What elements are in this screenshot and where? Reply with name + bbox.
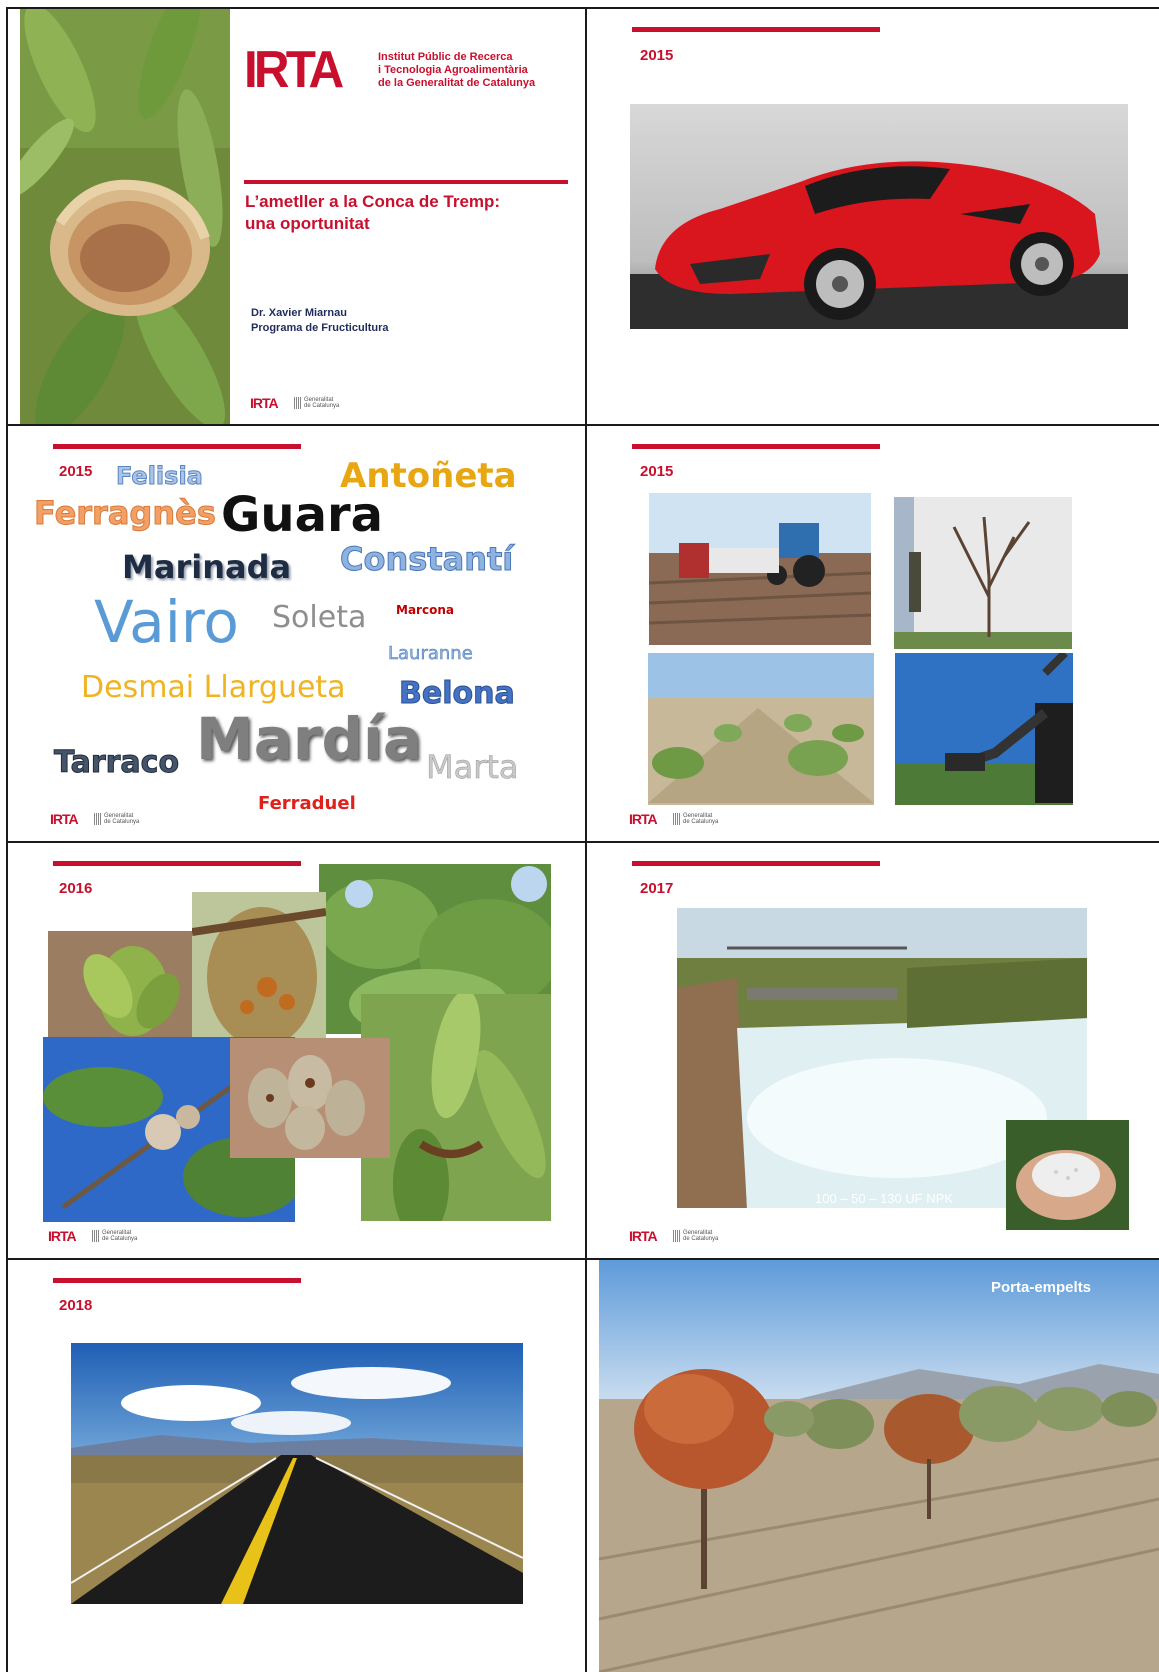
variety-soleta: Soleta	[272, 600, 367, 635]
tractor-planting-photo	[649, 493, 871, 645]
variety-marinada: Marinada	[122, 548, 292, 586]
slide-caption: Porta-empelts	[991, 1279, 1092, 1296]
slide-rootstocks: Porta-empelts	[599, 1259, 1159, 1672]
author-block: Dr. Xavier Miarnau Programa de Fructicul…	[251, 306, 389, 336]
slide-year: 2018	[59, 1297, 93, 1314]
slide-year: 2015	[640, 47, 674, 64]
slide-2018-road: 2018	[8, 1259, 586, 1672]
red-sports-car-photo	[630, 104, 1128, 329]
open-road-photo	[71, 1343, 523, 1604]
young-orchard-photo	[648, 653, 874, 805]
footer-generalitat-logo: Generalitat de Catalunya	[94, 813, 139, 825]
slide-2017-irrigation: 2017 100 – 50 – 130 UF NPK IRTA Generali…	[587, 842, 1159, 1258]
footer-generalitat-logo: Generalitat de Catalunya	[673, 1230, 718, 1242]
slide-year: 2015	[640, 463, 674, 480]
slide-title: IRTA Institut Públic de Recerca i Tecnol…	[8, 8, 586, 424]
variety-lauranne: Lauranne	[388, 643, 473, 665]
variety-ferraduel: Ferraduel	[258, 793, 356, 814]
tree-shaker-photo	[894, 497, 1072, 649]
rootstock-orchard-photo	[599, 1259, 1159, 1672]
grid-divider-row-2	[7, 841, 1159, 843]
variety-vairo: Vairo	[94, 588, 239, 656]
title-line-1: L’ametller a la Conca de Tremp:	[245, 192, 501, 211]
footer-irta-logo: IRTA	[48, 1228, 77, 1244]
footer-generalitat-logo: Generalitat de Catalunya	[92, 1230, 137, 1242]
slide-year: 2017	[640, 880, 674, 897]
slide-2015-mechanisation: 2015 IRTA Generalitat de Catalunya	[587, 425, 1159, 841]
title-line-2: una oportunitat	[245, 214, 370, 233]
slide-year: 2016	[59, 880, 93, 897]
slide-rule	[53, 1278, 301, 1283]
institute-line-2: i Tecnologia Agroalimentària	[378, 64, 528, 76]
almond-photo	[20, 8, 230, 424]
irta-logo: IRTA	[244, 41, 344, 99]
variety-mardia: Mardía	[196, 705, 422, 773]
variety-tarraco: Tarraco	[53, 745, 180, 781]
slide-2015-varieties: 2015 Felisia Antoñeta Ferragnès Guara Ma…	[8, 425, 586, 841]
leaf-rust-photo	[192, 892, 326, 1042]
slide-sheet: IRTA Institut Públic de Recerca i Tecnol…	[0, 0, 1159, 1672]
slide-year: 2015	[59, 463, 93, 480]
fertilizer-hands-photo	[1006, 1120, 1129, 1230]
footer-generalitat-logo: Generalitat de Catalunya	[294, 397, 339, 409]
variety-marta: Marta	[426, 748, 519, 787]
slide-rule	[53, 444, 301, 449]
footer-irta-logo: IRTA	[50, 811, 79, 827]
footer-irta-logo: IRTA	[250, 395, 279, 411]
slide-2015-car: 2015	[587, 8, 1159, 424]
grid-divider-vertical	[585, 7, 587, 1672]
grid-border-left	[6, 7, 8, 1672]
footer-generalitat-logo: Generalitat de Catalunya	[673, 813, 718, 825]
grid-border-top	[7, 7, 1159, 9]
variety-marcona: Marcona	[396, 603, 454, 617]
grid-divider-row-1	[7, 424, 1159, 426]
footer-irta-logo: IRTA	[629, 1228, 658, 1244]
presentation-title: L’ametller a la Conca de Tremp: una opor…	[245, 191, 500, 235]
program-name: Programa de Fructicultura	[251, 322, 389, 334]
author-name: Dr. Xavier Miarnau	[251, 307, 347, 319]
variety-desmai-llargueta: Desmai Llargueta	[81, 670, 346, 705]
slide-rule	[53, 861, 301, 866]
harvester-photo	[895, 653, 1073, 805]
institute-line-3: de la Generalitat de Catalunya	[378, 77, 536, 89]
institute-line-1: Institut Públic de Recerca	[378, 51, 513, 63]
variety-ferragnes: Ferragnès	[34, 494, 217, 533]
variety-guara: Guara	[221, 487, 384, 543]
damaged-kernels-photo	[230, 1038, 390, 1158]
slide-rule	[632, 861, 880, 866]
variety-constanti: Constantí	[339, 540, 514, 579]
npk-label: 100 – 50 – 130 UF NPK	[815, 1191, 954, 1206]
slide-2016-diseases: 2016 IRTA Generalitat de Catalunya	[8, 842, 586, 1258]
slide-rule	[632, 444, 880, 449]
footer-irta-logo: IRTA	[629, 811, 658, 827]
title-rule	[244, 180, 568, 184]
slide-rule	[632, 27, 880, 32]
institute-name: Institut Públic de Recerca i Tecnologia …	[378, 51, 535, 90]
curled-leaf-photo	[48, 931, 210, 1053]
grid-divider-row-3	[7, 1258, 1159, 1260]
variety-felisia: Felisia	[116, 462, 204, 491]
